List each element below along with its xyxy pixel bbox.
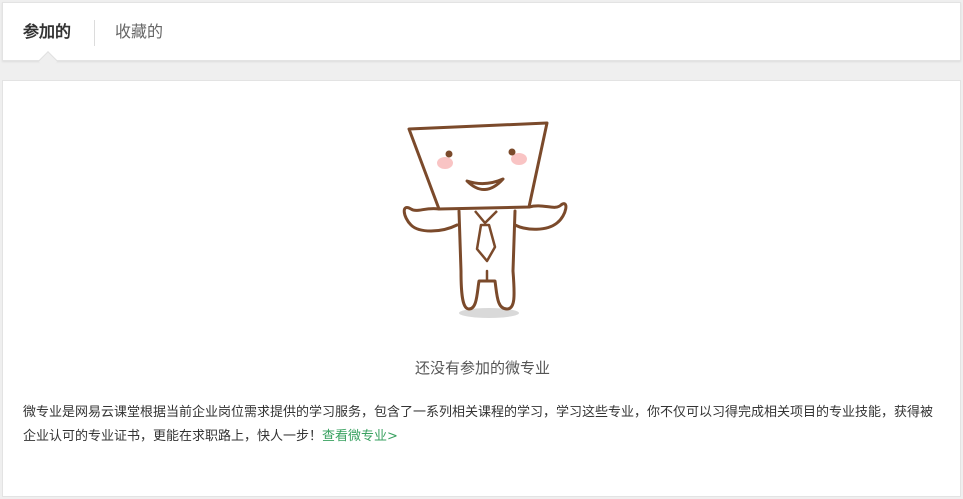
tab-divider: [94, 20, 95, 46]
box-head-mascot-illustration: [402, 121, 568, 318]
tab-favorites[interactable]: 收藏的: [115, 3, 163, 62]
micro-major-description: 微专业是网易云课堂根据当前企业岗位需求提供的学习服务，包含了一系列相关课程的学习…: [23, 401, 943, 449]
description-text: 微专业是网易云课堂根据当前企业岗位需求提供的学习服务，包含了一系列相关课程的学习…: [23, 405, 934, 444]
empty-state-panel: 还没有参加的微专业 微专业是网易云课堂根据当前企业岗位需求提供的学习服务，包含了…: [2, 80, 961, 497]
empty-state-message: 还没有参加的微专业: [414, 359, 550, 377]
view-micro-major-link[interactable]: 查看微专业>: [322, 429, 398, 444]
tab-bar: 参加的 收藏的: [2, 2, 961, 71]
